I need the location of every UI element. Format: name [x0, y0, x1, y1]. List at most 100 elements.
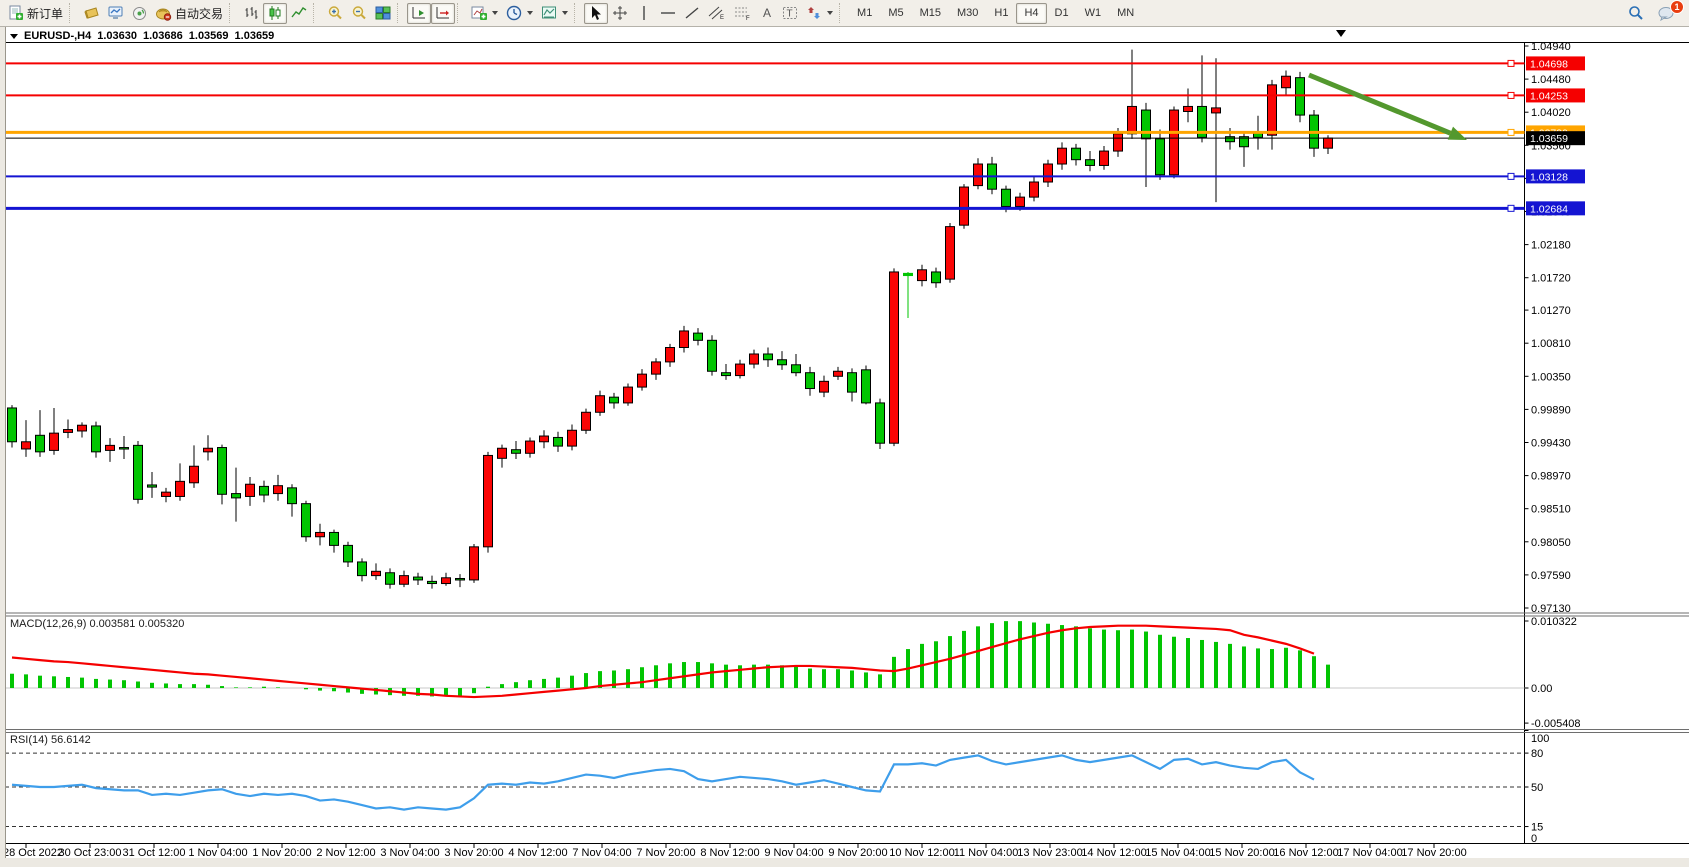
line-chart-button[interactable] [287, 3, 311, 24]
timeframe-h4-button[interactable]: H4 [1016, 3, 1046, 24]
candle-down[interactable] [414, 577, 423, 580]
timeframe-h1-button[interactable]: H1 [986, 3, 1016, 24]
timeframe-m30-button[interactable]: M30 [949, 3, 986, 24]
candle-up[interactable] [1100, 151, 1109, 165]
candle-up[interactable] [1058, 148, 1067, 164]
equidistant-channel-button[interactable]: E [704, 3, 730, 24]
signals-button[interactable] [128, 3, 151, 24]
candle-up[interactable] [64, 430, 73, 433]
candle-up[interactable] [1170, 110, 1179, 175]
bar-chart-button[interactable] [239, 3, 263, 24]
autoscroll-button[interactable] [407, 3, 431, 24]
candle-down[interactable] [8, 408, 17, 442]
candle-down[interactable] [904, 273, 913, 275]
candle-down[interactable] [722, 373, 731, 376]
timeframe-d1-button[interactable]: D1 [1047, 3, 1077, 24]
candle-up[interactable] [442, 578, 451, 584]
candle-down[interactable] [806, 373, 815, 389]
candle-down[interactable] [764, 354, 773, 360]
candle-up[interactable] [1114, 134, 1123, 151]
candle-down[interactable] [512, 450, 521, 454]
candle-up[interactable] [974, 164, 983, 186]
candle-down[interactable] [554, 437, 563, 446]
trend-arrow-line[interactable] [1309, 75, 1450, 133]
notifications-button[interactable]: 1 [1654, 3, 1679, 24]
candle-up[interactable] [1044, 164, 1053, 182]
candle-up[interactable] [1212, 108, 1221, 113]
candle-up[interactable] [162, 492, 171, 496]
candle-down[interactable] [862, 370, 871, 403]
timeframe-m1-button[interactable]: M1 [849, 3, 880, 24]
candle-down[interactable] [302, 504, 311, 537]
chart-shift-marker[interactable] [1336, 30, 1346, 37]
candle-down[interactable] [456, 578, 465, 580]
line-handle[interactable] [1508, 92, 1514, 98]
line-handle[interactable] [1508, 129, 1514, 135]
line-handle[interactable] [1508, 173, 1514, 179]
trendline-button[interactable] [680, 3, 704, 24]
candle-up[interactable] [624, 387, 633, 403]
line-handle[interactable] [1508, 60, 1514, 66]
candle-up[interactable] [484, 455, 493, 546]
candle-up[interactable] [1268, 85, 1277, 135]
candle-down[interactable] [1226, 137, 1235, 142]
candle-up[interactable] [204, 448, 213, 452]
templates-button[interactable] [537, 3, 572, 24]
chart-canvas[interactable]: 1.049401.044801.040201.035601.031001.026… [0, 0, 1689, 867]
vps-button[interactable] [104, 3, 128, 24]
candle-up[interactable] [498, 448, 507, 458]
candle-up[interactable] [470, 547, 479, 580]
zoom-out-button[interactable] [347, 3, 371, 24]
candle-up[interactable] [652, 362, 661, 374]
candle-up[interactable] [1184, 106, 1193, 111]
candle-down[interactable] [778, 360, 787, 365]
candle-up[interactable] [1324, 138, 1333, 148]
candle-down[interactable] [36, 435, 45, 452]
candle-up[interactable] [526, 441, 535, 453]
candle-up[interactable] [1030, 182, 1039, 197]
candle-up[interactable] [918, 270, 927, 281]
fibonacci-button[interactable]: F [730, 3, 756, 24]
timeframe-m5-button[interactable]: M5 [880, 3, 911, 24]
zoom-in-button[interactable] [323, 3, 347, 24]
candlestick-chart-button[interactable] [263, 3, 287, 24]
candle-up[interactable] [1282, 76, 1291, 88]
candle-up[interactable] [666, 348, 675, 362]
candle-down[interactable] [708, 340, 717, 371]
candle-up[interactable] [22, 442, 31, 449]
candle-down[interactable] [120, 448, 129, 450]
autotrading-button[interactable]: 自动交易 [151, 3, 227, 24]
candle-down[interactable] [428, 581, 437, 583]
candle-down[interactable] [330, 532, 339, 545]
candle-up[interactable] [582, 412, 591, 430]
candle-up[interactable] [106, 445, 115, 450]
candle-up[interactable] [190, 466, 199, 483]
candle-down[interactable] [218, 448, 227, 495]
candle-up[interactable] [274, 486, 283, 494]
candle-up[interactable] [540, 436, 549, 442]
arrows-button[interactable] [802, 3, 837, 24]
candle-down[interactable] [148, 485, 157, 487]
candle-up[interactable] [834, 371, 843, 376]
candle-up[interactable] [78, 425, 87, 431]
candle-down[interactable] [1086, 160, 1095, 166]
candle-down[interactable] [1142, 110, 1151, 139]
candle-up[interactable] [372, 571, 381, 575]
candle-up[interactable] [960, 187, 969, 225]
tile-windows-button[interactable] [371, 3, 395, 24]
candle-up[interactable] [890, 272, 899, 443]
candle-down[interactable] [288, 488, 297, 504]
candle-up[interactable] [246, 484, 255, 496]
candle-down[interactable] [1002, 189, 1011, 206]
timeframe-w1-button[interactable]: W1 [1077, 3, 1110, 24]
candle-down[interactable] [932, 272, 941, 283]
candle-up[interactable] [316, 532, 325, 536]
candle-down[interactable] [848, 373, 857, 392]
candle-up[interactable] [400, 576, 409, 585]
candle-up[interactable] [50, 433, 59, 450]
cursor-button[interactable] [584, 3, 608, 24]
chart-menu-icon[interactable] [10, 34, 18, 39]
candle-up[interactable] [596, 396, 605, 413]
candle-up[interactable] [736, 364, 745, 376]
candle-up[interactable] [1128, 106, 1137, 133]
